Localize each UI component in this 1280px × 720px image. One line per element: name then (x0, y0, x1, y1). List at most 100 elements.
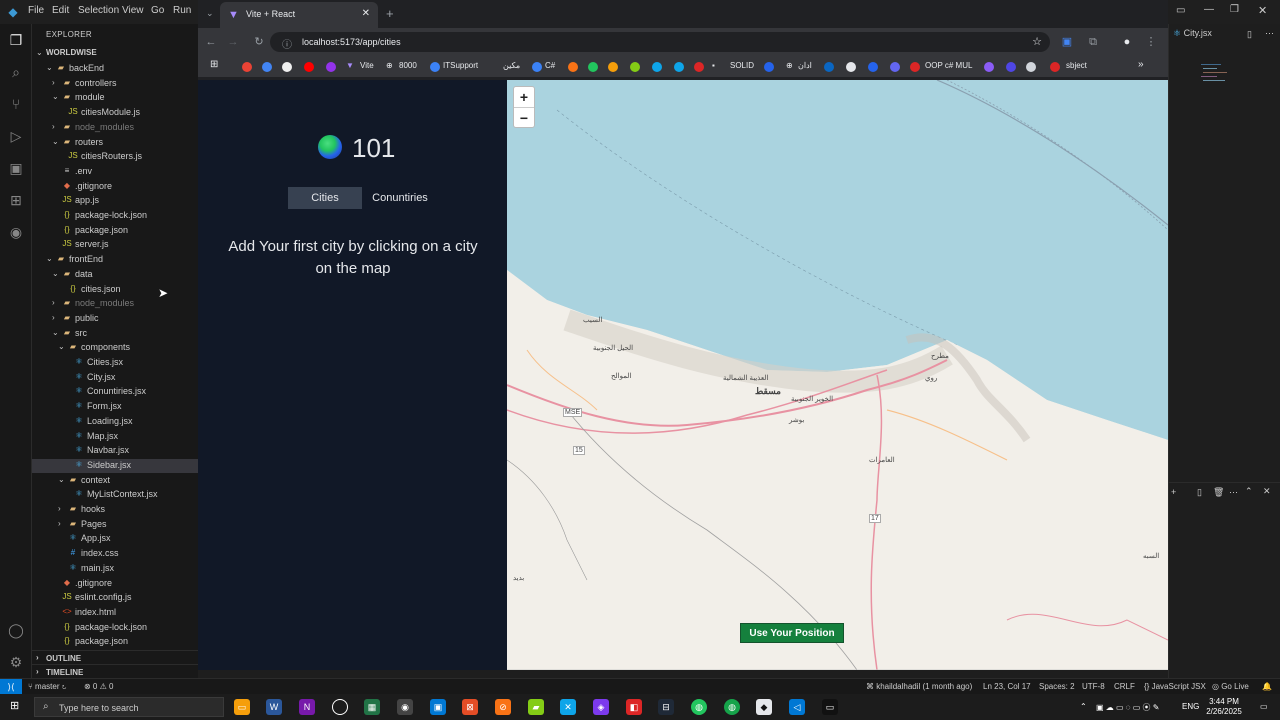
menu-view[interactable]: View (122, 5, 144, 16)
map[interactable]: السيب الحيل الجنوبية الموالح العذيبة الش… (507, 80, 1168, 670)
tree-file[interactable]: ⚛ MyListContext.jsx (32, 488, 198, 502)
chrome-icon[interactable]: ◍ (691, 699, 707, 715)
tree-file[interactable]: JS citiesRouters.js (32, 150, 198, 164)
app-icon-i[interactable]: ◆ (756, 699, 772, 715)
tab-countries[interactable]: Conuntiries (362, 187, 438, 209)
tree-folder[interactable]: ⌄ ▰ module (32, 91, 198, 105)
tray-chevron-icon[interactable]: ⌃ (1080, 702, 1087, 711)
layout-icon[interactable]: ▭ (1176, 5, 1185, 16)
site-icon-l[interactable] (984, 62, 994, 72)
tree-file[interactable]: ⚛ Cities.jsx (32, 356, 198, 370)
app-icon-f[interactable]: ✕ (560, 699, 576, 715)
indentation[interactable]: Spaces: 2 (1039, 682, 1075, 691)
translate-bm-icon[interactable] (262, 62, 272, 72)
go-live-button[interactable]: ◎ Go Live (1212, 682, 1249, 691)
close-tab-icon[interactable]: ✕ (362, 8, 370, 19)
tree-folder[interactable]: › ▰ node_modules (32, 297, 198, 311)
extensions-icon[interactable]: ⊞ (6, 190, 26, 210)
new-tab-icon[interactable]: + (386, 6, 394, 21)
tree-folder[interactable]: ⌄ ▰ components (32, 341, 198, 355)
tray-icons[interactable]: ▣ ☁ ▭ ◌ ▭ ⦿ ✎ (1096, 702, 1159, 713)
windows-start-icon[interactable]: ⊞ (10, 700, 22, 712)
tree-file[interactable]: {} package.json (32, 635, 198, 649)
use-position-button[interactable]: Use Your Position (740, 623, 844, 643)
tab-search-icon[interactable]: ⌄ (206, 8, 214, 19)
more-actions-icon[interactable]: ⋯ (1265, 28, 1274, 39)
minimize-icon[interactable]: — (1204, 4, 1214, 15)
tree-folder[interactable]: ⌄ ▰ routers (32, 136, 198, 150)
bookmark-sbject[interactable]: sbject (1066, 61, 1087, 70)
zoom-in-button[interactable]: + (514, 87, 534, 107)
account-icon[interactable]: ◯ (6, 620, 26, 640)
tree-file[interactable]: ⚛ Sidebar.jsx (32, 458, 198, 473)
bookmark-star-icon[interactable]: ☆ (1032, 35, 1042, 48)
site-icon-i[interactable] (846, 62, 856, 72)
app-icon-e[interactable]: ▰ (528, 699, 544, 715)
tree-file[interactable]: JS eslint.config.js (32, 591, 198, 605)
app-icon-g[interactable]: ◧ (626, 699, 642, 715)
site-icon-g[interactable] (694, 62, 704, 72)
language-mode[interactable]: {} JavaScript JSX (1144, 682, 1206, 691)
forward-icon[interactable]: → (226, 35, 240, 49)
bookmark-makeen[interactable]: مكين (503, 61, 520, 70)
docker-icon[interactable]: ◉ (6, 222, 26, 242)
tree-file[interactable]: ⚛ Form.jsx (32, 400, 198, 414)
twitch-icon[interactable] (326, 62, 336, 72)
apps-grid-icon[interactable]: ⊞ (210, 59, 218, 70)
linkedin-icon[interactable] (824, 62, 834, 72)
notifications-bell-icon[interactable]: 🔔 (1262, 682, 1272, 691)
restore-icon[interactable]: ❐ (1230, 4, 1239, 15)
site-icon-b[interactable] (588, 62, 598, 72)
settings-gear-icon[interactable]: ⚙ (6, 652, 26, 672)
tree-folder[interactable]: › ▰ public (32, 312, 198, 326)
clock[interactable]: 3:44 PM 2/26/2025 (1200, 697, 1248, 717)
chrome-menu-icon[interactable]: ⋮ (1144, 35, 1158, 49)
input-language[interactable]: ENG (1182, 702, 1199, 711)
remote-indicator-icon[interactable]: ⟩⟨ (0, 679, 22, 695)
site-icon-m[interactable] (1006, 62, 1016, 72)
onenote-icon[interactable]: N (299, 699, 315, 715)
site-icon-d[interactable] (630, 62, 640, 72)
tree-folder[interactable]: ⌄ ▰ context (32, 474, 198, 488)
tree-file[interactable]: JS server.js (32, 238, 198, 252)
tree-file[interactable]: ◆ .gitignore (32, 577, 198, 591)
gmail-icon[interactable] (242, 62, 252, 72)
bookmark-csharp[interactable]: C# (545, 61, 555, 70)
menu-go[interactable]: Go (151, 5, 164, 16)
tree-file[interactable]: ⚛ Conuntiries.jsx (32, 385, 198, 399)
split-editor-icon[interactable]: ▯ (1247, 29, 1252, 40)
menu-selection[interactable]: Selection (78, 5, 119, 16)
tab-cities[interactable]: Cities (288, 187, 362, 209)
more-icon[interactable]: ⋯ (1229, 487, 1238, 498)
app-icon-a[interactable] (332, 699, 348, 715)
zoom-out-button[interactable]: − (514, 108, 534, 128)
tree-file[interactable]: ⚛ App.jsx (32, 532, 198, 546)
tree-file[interactable]: ◆ .gitignore (32, 180, 198, 194)
site-icon-e[interactable] (652, 62, 662, 72)
minimap[interactable] (1199, 62, 1239, 102)
app-icon-h[interactable]: ⊟ (658, 699, 674, 715)
site-icon-h[interactable] (764, 62, 774, 72)
app-icon-b[interactable]: ◉ (397, 699, 413, 715)
globe-logo-icon[interactable] (318, 135, 342, 159)
menu-file[interactable]: File (28, 5, 44, 16)
outline-section[interactable]: › OUTLINE (32, 650, 198, 664)
app-icon-c[interactable]: ▣ (430, 699, 446, 715)
visual-studio-icon[interactable]: ◈ (593, 699, 609, 715)
file-explorer-icon[interactable]: ▭ (234, 699, 250, 715)
tree-folder[interactable]: ⌄ ▰ backEnd (32, 62, 198, 76)
remote-explorer-icon[interactable]: ▣ (6, 158, 26, 178)
tree-file[interactable]: ⚛ City.jsx (32, 371, 198, 385)
back-icon[interactable]: ← (204, 35, 218, 49)
tree-folder[interactable]: ⌄ ▰ frontEnd (32, 253, 198, 267)
browser-tab[interactable]: ▼ Vite + React ✕ (220, 2, 378, 28)
app-icon-d[interactable]: ⊠ (462, 699, 478, 715)
explorer-icon[interactable]: ❐ (6, 30, 26, 50)
split-terminal-icon[interactable]: ▯ (1197, 487, 1202, 498)
search-icon[interactable]: ⌕ (6, 62, 26, 82)
close-window-icon[interactable]: ✕ (1258, 4, 1267, 17)
maximize-panel-icon[interactable]: ⌃ (1245, 486, 1253, 497)
line-ending[interactable]: CRLF (1114, 682, 1135, 691)
site-icon-f[interactable] (674, 62, 684, 72)
run-debug-icon[interactable]: ▷ (6, 126, 26, 146)
